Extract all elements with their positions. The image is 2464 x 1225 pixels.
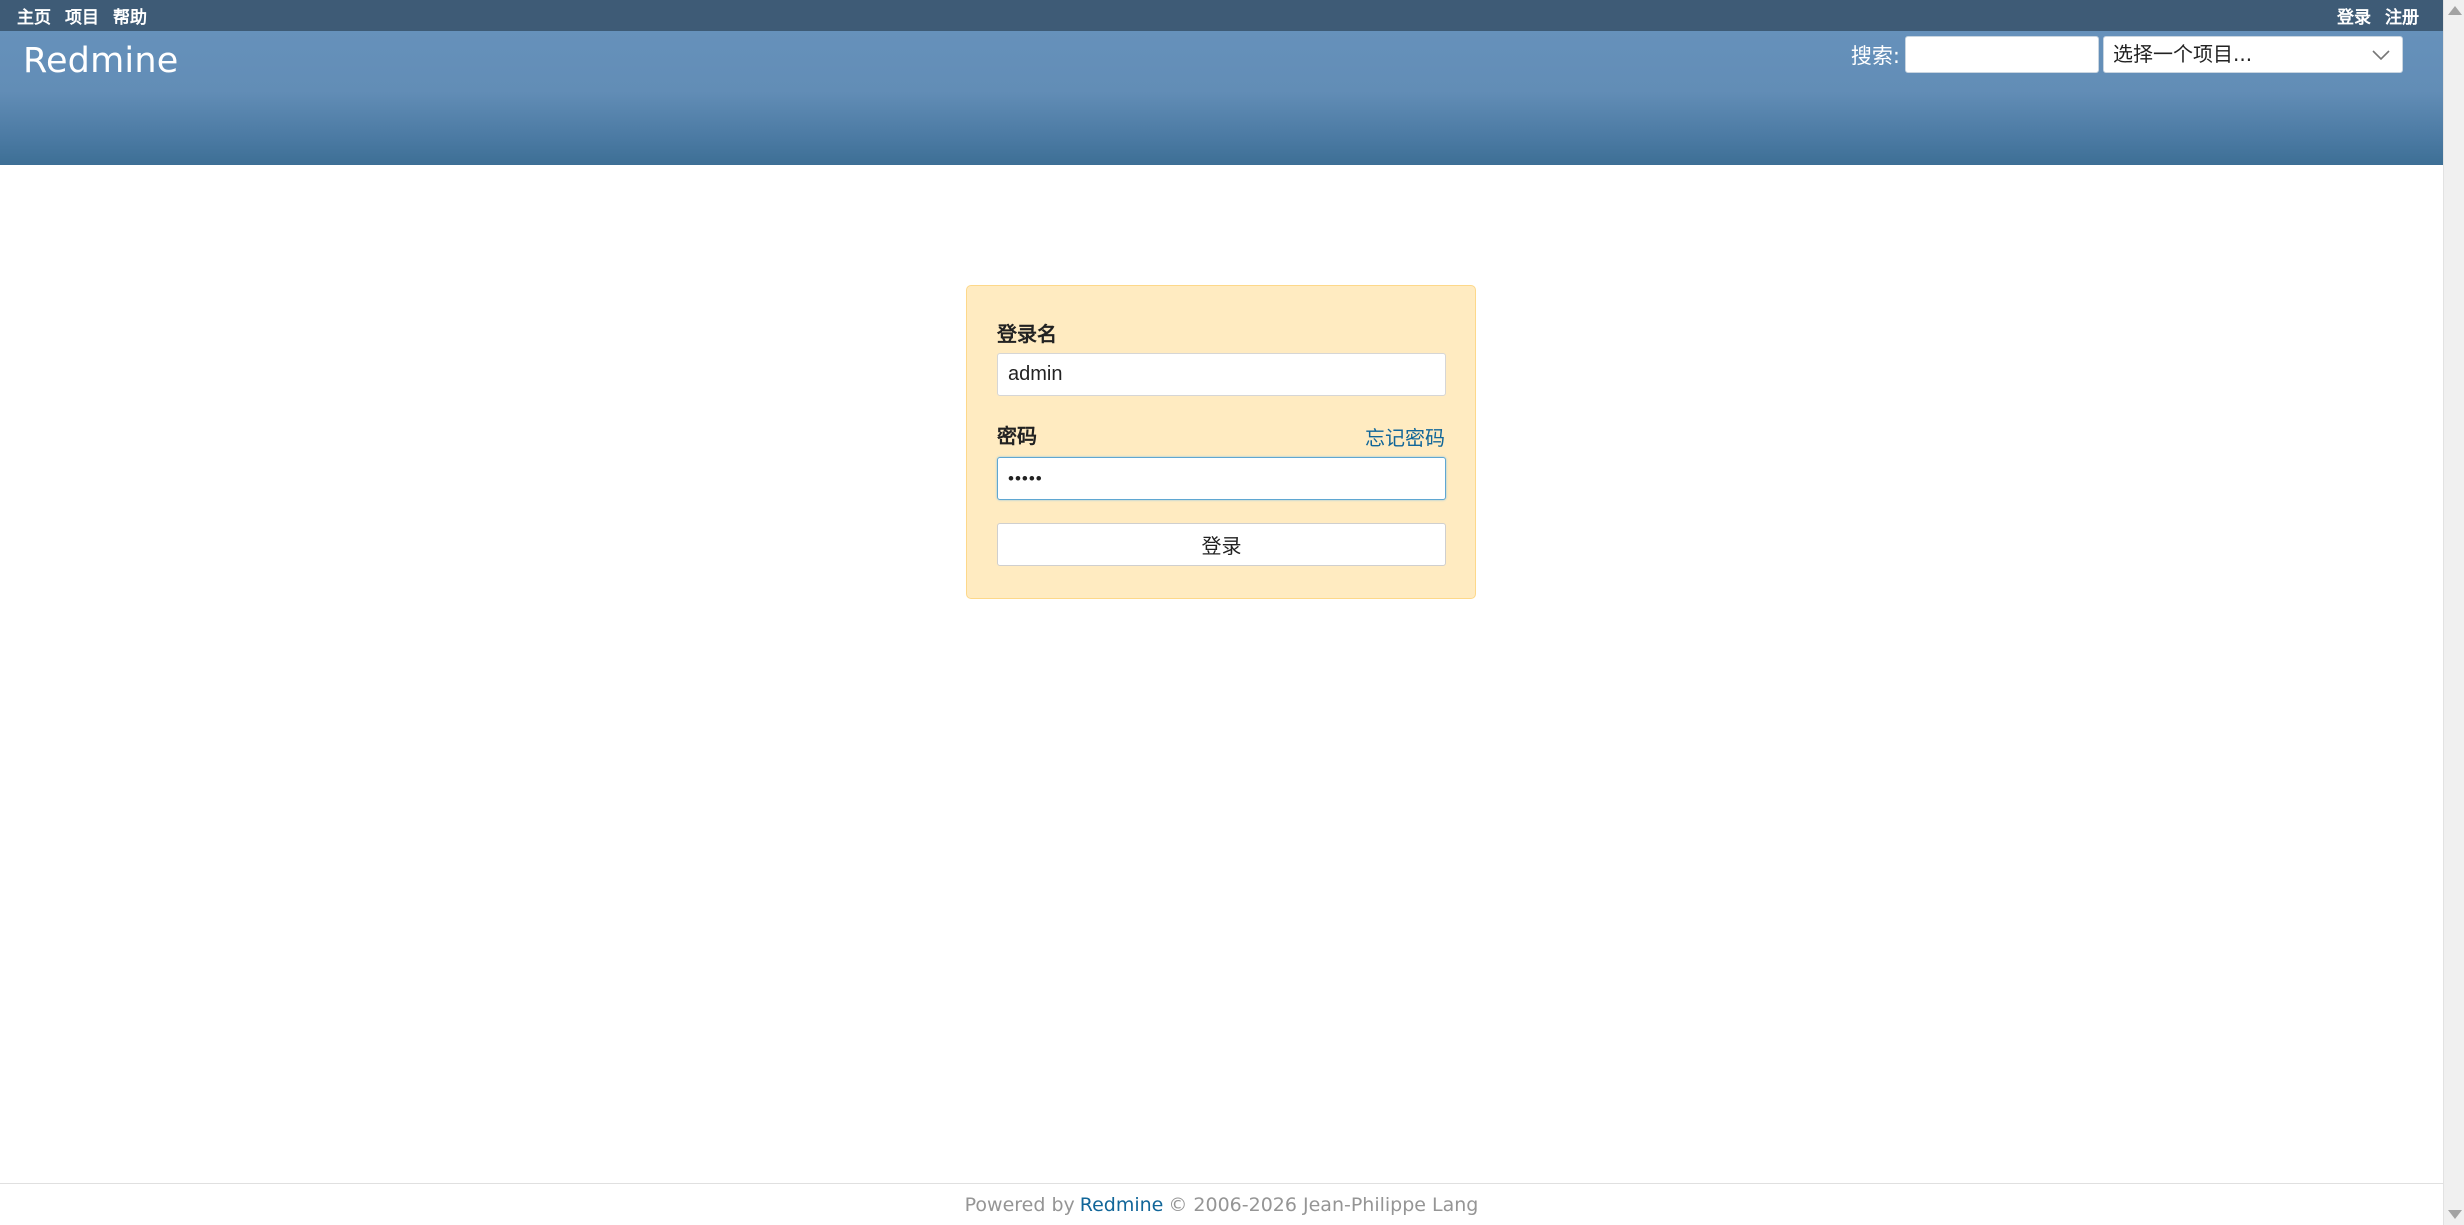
search-input[interactable] [1905, 36, 2099, 73]
site-title[interactable]: Redmine [23, 41, 178, 81]
search-label: 搜索: [1850, 43, 1900, 68]
login-form: 登录名 admin 密码 忘记密码 ••••• 登录 [966, 285, 1476, 599]
top-menu-help-link[interactable]: 帮助 [113, 3, 147, 28]
footer-prefix: Powered by [964, 1193, 1075, 1216]
top-menu-home-link[interactable]: 主页 [17, 3, 51, 28]
lost-password-link[interactable]: 忘记密码 [1365, 422, 1445, 451]
register-link[interactable]: 注册 [2385, 3, 2419, 28]
password-label: 密码 [997, 424, 1037, 448]
scroll-up-arrow-icon[interactable] [2448, 6, 2462, 15]
footer: Powered by Redmine © 2006-2026 Jean-Phil… [0, 1183, 2443, 1225]
password-value: ••••• [1008, 468, 1043, 488]
footer-redmine-link[interactable]: Redmine [1080, 1194, 1164, 1216]
top-menu-left: 主页 项目 帮助 [17, 0, 147, 31]
username-value: admin [1008, 363, 1063, 385]
password-input[interactable]: ••••• [997, 457, 1446, 500]
sign-in-link[interactable]: 登录 [2337, 3, 2371, 28]
account-menu: 登录 注册 [2337, 0, 2419, 31]
header: Redmine 搜索: 选择一个项目... [0, 31, 2443, 165]
vertical-scrollbar[interactable] [2443, 0, 2464, 1225]
page: 主页 项目 帮助 登录 注册 Redmine 搜索: 选择一个项目... 登录名… [0, 0, 2464, 1225]
top-menu: 主页 项目 帮助 登录 注册 [0, 0, 2443, 31]
scroll-down-arrow-icon[interactable] [2448, 1210, 2462, 1219]
chevron-down-icon [2370, 37, 2392, 72]
quick-search: 搜索: 选择一个项目... [1851, 36, 2403, 73]
username-label: 登录名 [997, 322, 1057, 346]
top-menu-projects-link[interactable]: 项目 [65, 3, 99, 28]
project-jump-select[interactable]: 选择一个项目... [2103, 36, 2403, 73]
footer-copyright: © 2006-2026 Jean-Philippe Lang [1168, 1193, 1479, 1216]
login-submit-button[interactable]: 登录 [997, 523, 1446, 566]
project-jump-placeholder: 选择一个项目... [2113, 42, 2253, 66]
username-input[interactable]: admin [997, 353, 1446, 396]
